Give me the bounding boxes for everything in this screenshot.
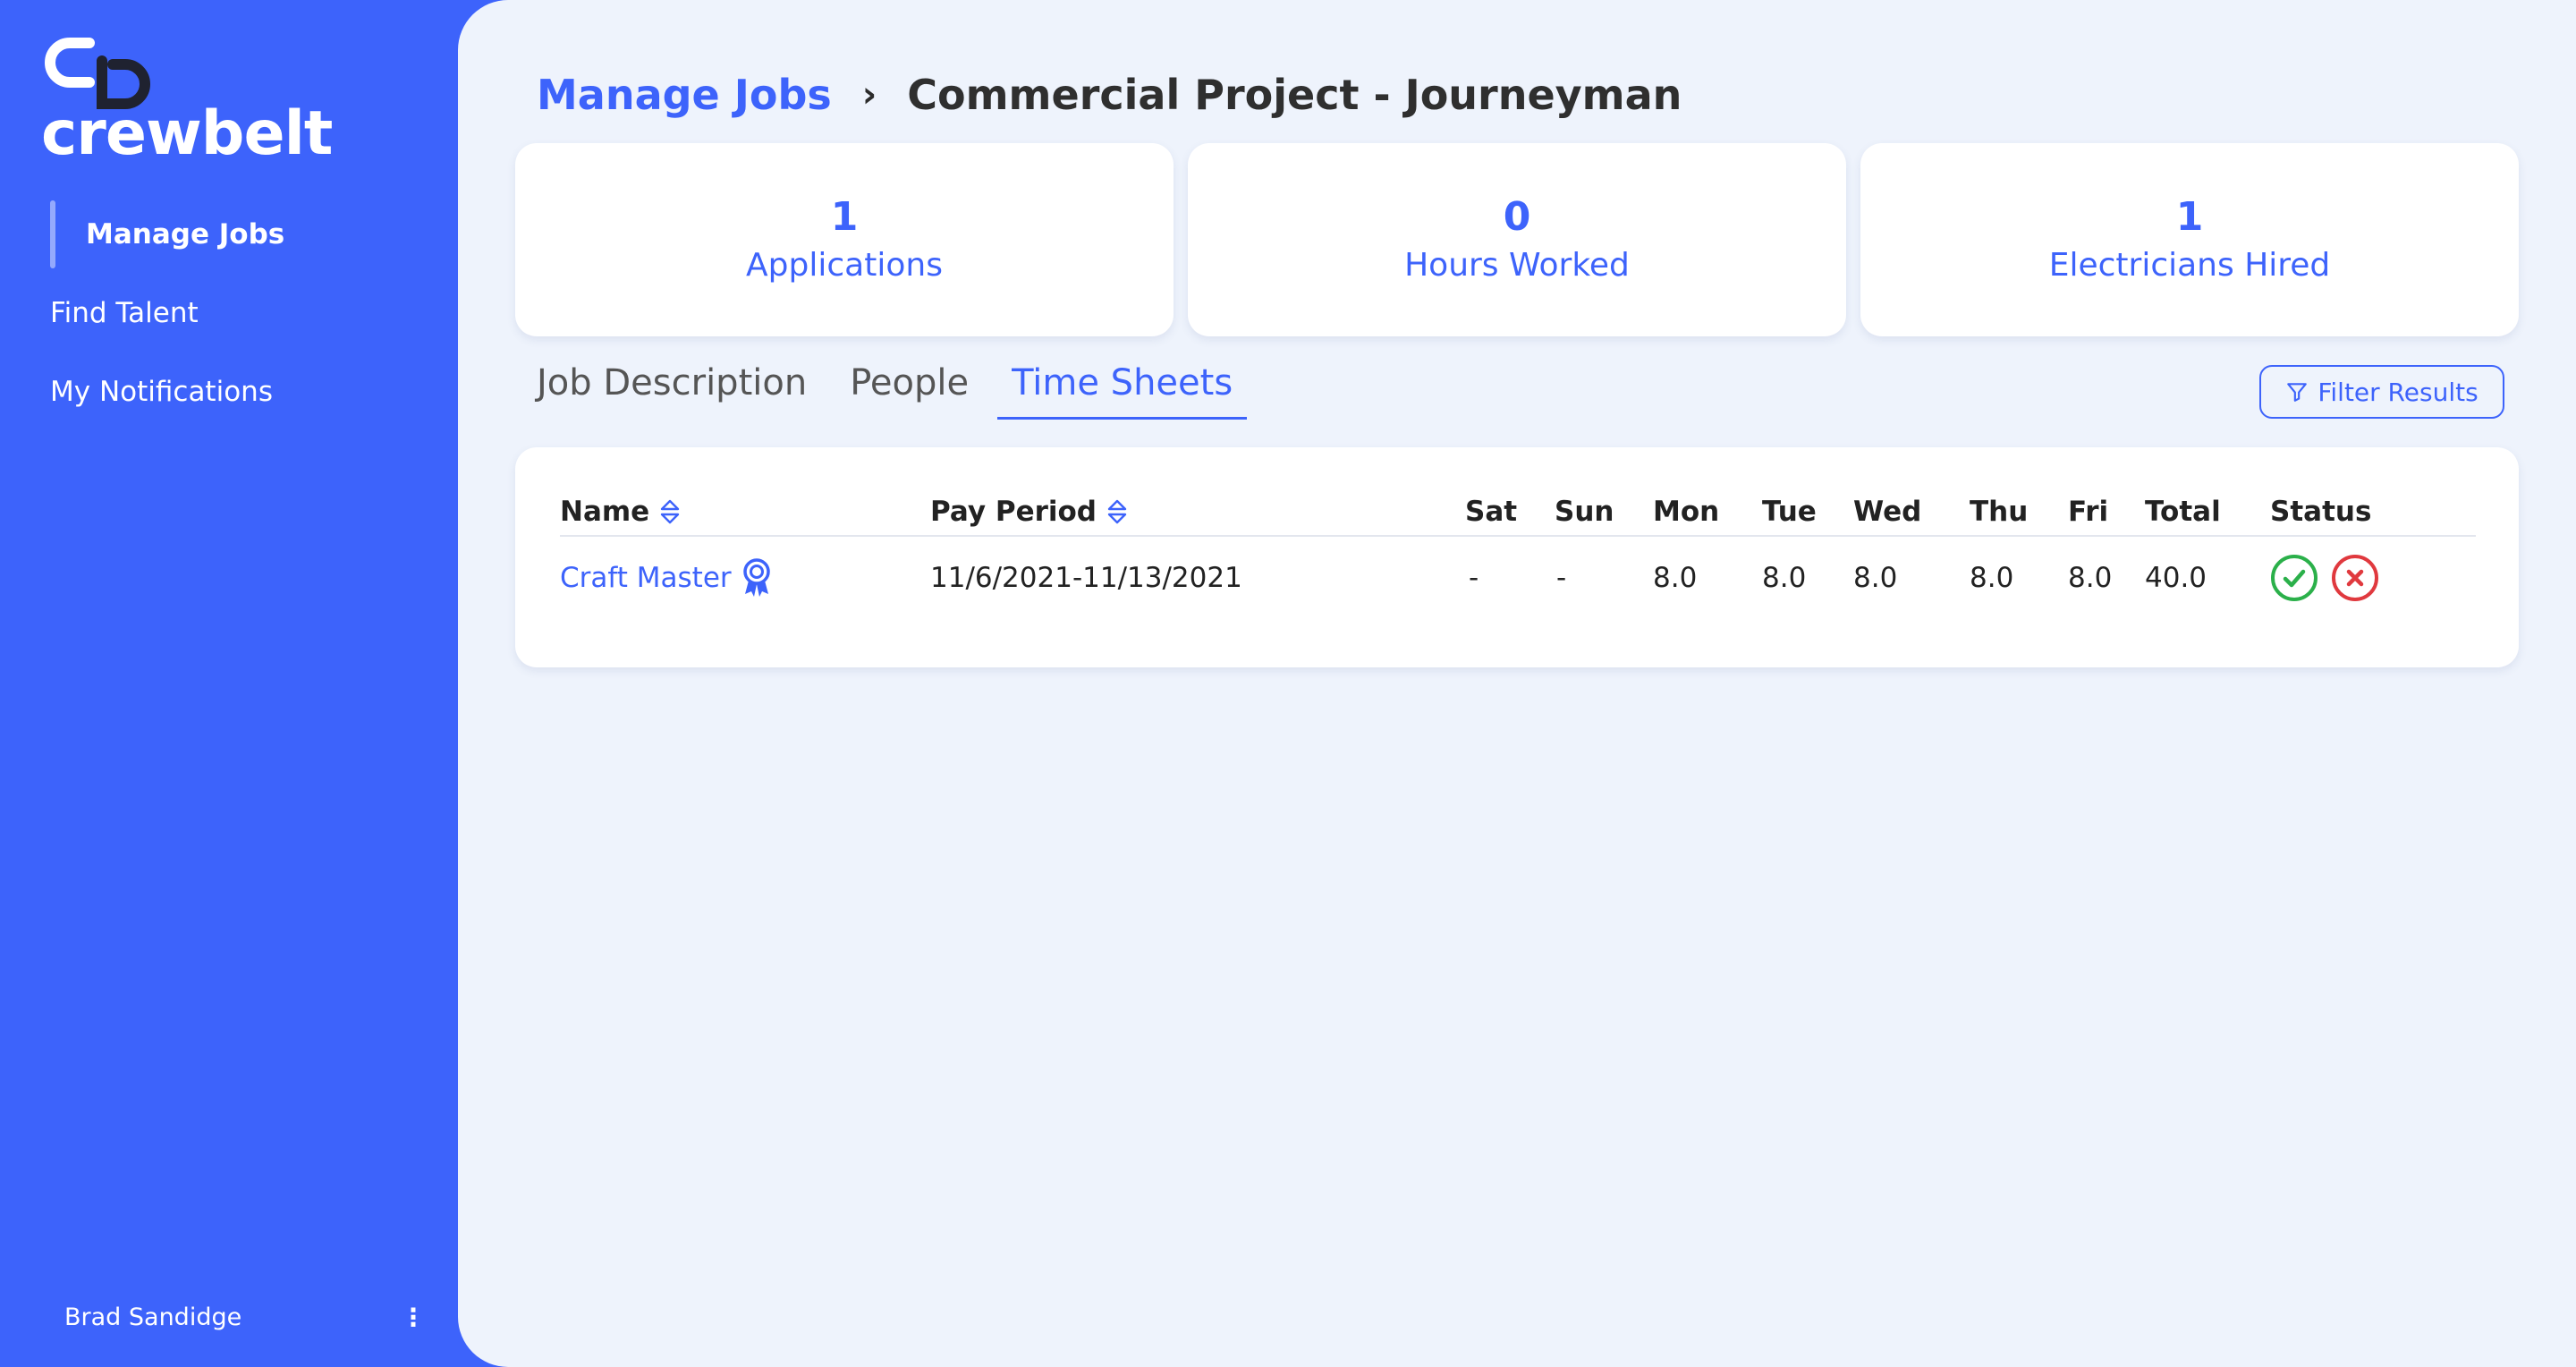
column-header-pay-period[interactable]: Pay Period — [930, 487, 1129, 537]
brand-name: crewbelt — [41, 98, 333, 169]
sidebar-item-manage-jobs[interactable]: Manage Jobs — [50, 199, 444, 270]
sidebar-item-my-notifications[interactable]: My Notifications — [50, 356, 444, 428]
page-title: Commercial Project - Journeyman — [907, 71, 1682, 119]
column-header-sun: Sun — [1555, 496, 1614, 528]
worker-name-link[interactable]: Craft Master — [560, 562, 732, 594]
column-header-mon: Mon — [1653, 496, 1720, 528]
filter-results-button[interactable]: Filter Results — [2259, 365, 2504, 419]
breadcrumb-manage-jobs-link[interactable]: Manage Jobs — [537, 71, 832, 119]
sidebar-item-label: Find Talent — [50, 297, 199, 329]
header-label: Name — [560, 496, 650, 528]
stat-card-applications: 1 Applications — [515, 143, 1174, 336]
stats-row: 1 Applications 0 Hours Worked 1 Electric… — [515, 143, 2519, 336]
pay-period-cell: 11/6/2021-11/13/2021 — [930, 562, 1242, 594]
column-header-total: Total — [2145, 496, 2221, 528]
stat-value: 0 — [1503, 194, 1531, 240]
stat-label: Hours Worked — [1404, 247, 1630, 284]
sun-cell: - — [1556, 562, 1567, 594]
sort-icon[interactable] — [658, 498, 682, 525]
tab-time-sheets[interactable]: Time Sheets — [997, 361, 1248, 420]
stat-card-hours-worked: 0 Hours Worked — [1188, 143, 1846, 336]
award-badge-icon — [739, 556, 775, 599]
sat-cell: - — [1469, 562, 1479, 594]
wed-cell: 8.0 — [1853, 562, 1898, 594]
breadcrumb: Manage Jobs › Commercial Project - Journ… — [537, 68, 1682, 122]
total-cell: 40.0 — [2145, 562, 2207, 594]
table-header: Name Pay Period Sat Sun Mon Tue Wed Thu … — [560, 487, 2476, 537]
active-indicator — [50, 200, 55, 268]
approve-icon[interactable] — [2270, 554, 2318, 602]
stat-label: Electricians Hired — [2048, 247, 2331, 284]
tab-bar: Job Description People Time Sheets — [537, 361, 1261, 420]
name-cell: Craft Master — [560, 553, 775, 603]
filter-icon — [2287, 383, 2308, 402]
tab-job-description[interactable]: Job Description — [537, 361, 821, 417]
stat-label: Applications — [746, 247, 943, 284]
timesheet-table: Name Pay Period Sat Sun Mon Tue Wed Thu … — [515, 447, 2519, 667]
tab-people[interactable]: People — [835, 361, 983, 417]
mon-cell: 8.0 — [1653, 562, 1698, 594]
header-label: Pay Period — [930, 496, 1097, 528]
crewbelt-logo[interactable]: crewbelt — [41, 32, 333, 169]
stat-value: 1 — [830, 194, 859, 240]
chevron-right-icon: › — [861, 74, 877, 115]
sidebar-item-label: My Notifications — [50, 376, 273, 408]
column-header-fri: Fri — [2068, 496, 2109, 528]
sidebar: crewbelt Manage Jobs Find Talent My Noti… — [0, 0, 465, 1367]
sidebar-nav: Manage Jobs Find Talent My Notifications — [50, 199, 444, 428]
fri-cell: 8.0 — [2068, 562, 2113, 594]
status-cell — [2270, 553, 2392, 603]
user-name: Brad Sandidge — [64, 1303, 242, 1331]
sidebar-item-label: Manage Jobs — [86, 218, 285, 250]
sort-icon[interactable] — [1106, 498, 1129, 525]
thu-cell: 8.0 — [1970, 562, 2014, 594]
main-content: Manage Jobs › Commercial Project - Journ… — [458, 0, 2576, 1367]
user-profile: Brad Sandidge ⋮ — [64, 1299, 431, 1335]
column-header-status: Status — [2270, 496, 2372, 528]
column-header-sat: Sat — [1465, 496, 1518, 528]
column-header-wed: Wed — [1853, 496, 1922, 528]
tue-cell: 8.0 — [1762, 562, 1807, 594]
stat-card-electricians-hired: 1 Electricians Hired — [1860, 143, 2519, 336]
column-header-tue: Tue — [1762, 496, 1817, 528]
column-header-thu: Thu — [1970, 496, 2029, 528]
filter-results-label: Filter Results — [2318, 377, 2479, 407]
table-row: Craft Master 11/6/2021-11/13/2021 - - 8.… — [560, 553, 2476, 603]
column-header-name[interactable]: Name — [560, 487, 682, 537]
sidebar-item-find-talent[interactable]: Find Talent — [50, 277, 444, 349]
stat-value: 1 — [2175, 194, 2204, 240]
more-options-icon[interactable]: ⋮ — [395, 1303, 431, 1332]
reject-icon[interactable] — [2331, 554, 2379, 602]
